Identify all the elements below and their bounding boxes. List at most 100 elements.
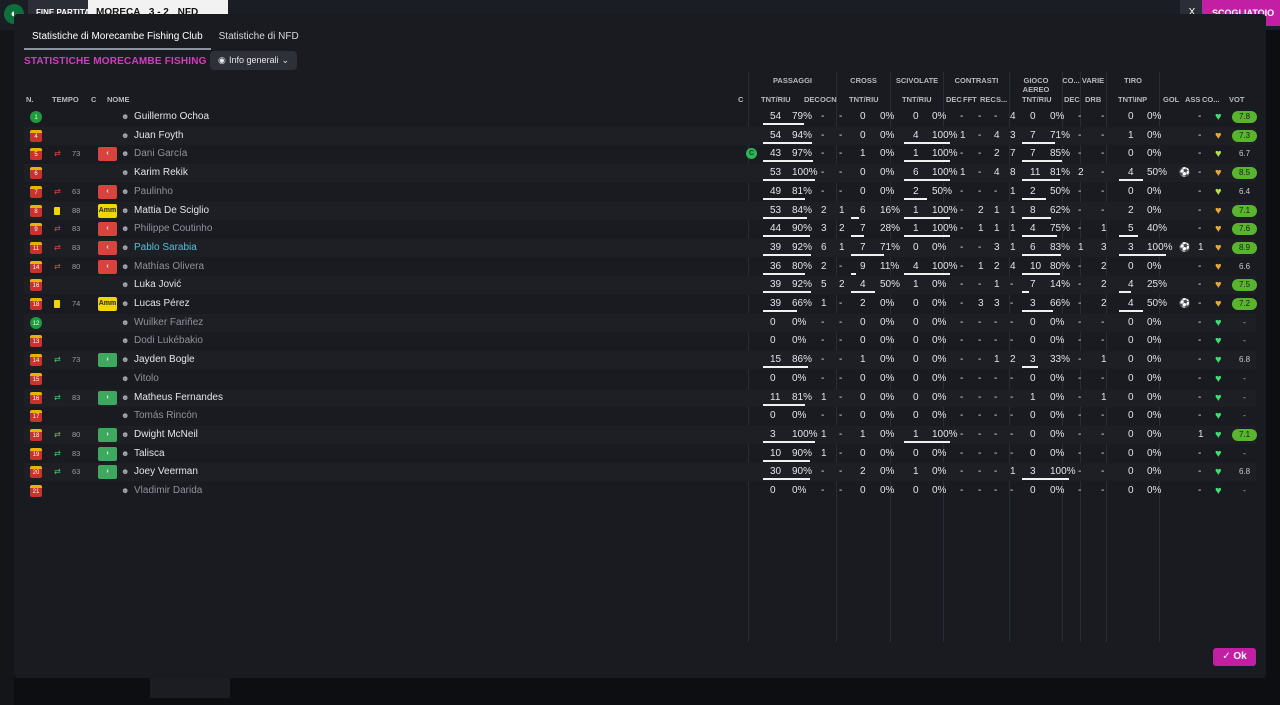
col-sciv-tnt[interactable]: TNT/RIU [902,95,932,104]
dribbles: 3 [1101,241,1107,253]
player-name[interactable]: Guillermo Ochoa [134,108,209,126]
col-fft[interactable]: FFT [963,95,977,104]
player-name[interactable]: Lucas Pérez [134,295,190,313]
table-row[interactable]: 14 ⇄ 80 ‹ ☻ Mathías Olivera 36 80% 2-9 11% 4 100% -1… [24,258,1256,276]
aerial-bar [1022,310,1053,312]
aerial-percent: 0% [1050,428,1065,440]
aerial-attempts: 0 [1030,372,1036,384]
table-row[interactable]: 19 ⇄ 83 › ☻ Talisca 10 90% 1-0 0% 0 0% - - - -0 0% - -0 0% -… [24,445,1256,463]
shot-percent: 0% [1147,148,1162,160]
table-row[interactable]: 8 88 Amm ☻ Mattia De Sciglio 53 84% 2 1 6 16% 1 100%… [24,201,1257,220]
co-decisive: - [1078,428,1082,440]
col-vot[interactable]: VOT [1229,95,1244,104]
match-rating: - [1243,486,1246,495]
table-row[interactable]: 13 ☻ Dodi Lukébakio 0 0% - -0 0% 0 0% - - - -0 0% - -0 0%… [24,332,1256,350]
table-row[interactable]: 7 ⇄ 63 ‹ ☻ Paulinho 49 81% - -0 0% 2 50% - - -1 2 50% - -0 0… [24,183,1256,201]
fouls: 2 [978,204,984,216]
col-dec[interactable]: DEC [804,95,820,104]
player-name[interactable]: Talisca [134,445,165,463]
tackle-bar [904,197,927,200]
col-n[interactable]: N. [26,95,34,104]
col-tiro-tnt[interactable]: TNT\INP [1118,95,1147,104]
minute: 83 [72,224,81,234]
col-drb[interactable]: DRB [1085,95,1101,104]
match-rating: 7.3 [1232,129,1257,142]
table-row[interactable]: 18 ⇄ 80 › ☻ Dwight McNeil 3 100% 1-1 0% 1 100% - - - -0… [24,425,1257,444]
pass-bar [763,478,810,481]
player-name[interactable]: Dodi Lukébakio [134,332,203,350]
cross-percent: 0% [880,148,895,160]
minute: 63 [72,186,81,196]
condition-heart-icon: ♥ [1215,129,1222,142]
col-cont-dec[interactable]: DEC [946,95,962,104]
player-name[interactable]: Karim Rekik [134,164,188,182]
co-decisive: - [1078,447,1082,459]
person-icon: ☻ [121,280,130,290]
background-panel [0,30,14,705]
table-row[interactable]: 17 ☻ Tomás Rincón 0 0% - -0 0% 0 0% - - - -0 0% - -0 0% - ♥… [24,407,1256,425]
player-name[interactable]: Paulinho [134,183,173,201]
table-row[interactable]: 1 ☻ Guillermo Ochoa 54 79% - -0 0% 0 0% - - -4 0 0% - -0… [24,108,1257,126]
table-row[interactable]: 18 74 Amm ☻ Lucas Pérez 39 66% 1-2 0% 0 0% -3 3-3 66%… [24,295,1257,313]
person-icon: ☻ [121,224,130,234]
shirt-number: 18 [30,298,42,310]
col-nome[interactable]: NOME [107,95,130,104]
ok-button[interactable]: ✓ Ok [1213,648,1256,666]
table-row[interactable]: 16 ⇄ 83 › ☻ Matheus Fernandes 11 81% 1-0 0% 0 0% - - -… [24,388,1256,407]
col-co-dec[interactable]: DEC [1064,95,1080,104]
col-gol[interactable]: GOL [1163,95,1179,104]
player-name[interactable]: Philippe Coutinho [134,220,212,238]
contrasti-s: - [1010,428,1014,440]
match-rating: 7.8 [1232,111,1257,123]
player-name[interactable]: Luka Jović [134,276,181,294]
player-name[interactable]: Juan Foyth [134,127,183,145]
player-name[interactable]: Joey Veerman [134,463,198,481]
player-name[interactable]: Wuilker Fariñez [134,314,203,332]
col-tempo[interactable]: TEMPO [52,95,79,104]
col-c[interactable]: C [91,95,96,104]
player-name[interactable]: Mathías Olivera [134,258,204,276]
table-row[interactable]: 15 ☻ Vitolo 0 0% - -0 0% 0 0% - - - -0 0% - -0 0% - ♥ - [24,370,1256,388]
col-ass[interactable]: ASS [1185,95,1200,104]
table-row[interactable]: 11 ⇄ 83 ‹ ☻ Pablo Sarabia 39 92% 6 1 7 71% 0 0% - -3 1 6 8… [24,238,1257,257]
player-name[interactable]: Jayden Bogle [134,351,195,369]
pass-decisive: - [821,410,825,422]
player-name[interactable]: Vladimir Darida [134,482,202,500]
duel-decisive: - [960,447,964,459]
aerial-percent: 14% [1050,279,1071,291]
player-name[interactable]: Dani García [134,145,187,163]
col-co2[interactable]: CO... [1202,95,1220,104]
table-row[interactable]: 12 ☻ Wuilker Fariñez 0 0% - -0 0% 0 0% - - - -0 0% - -0 0… [24,313,1256,332]
pass-bar [763,141,812,144]
table-row[interactable]: 16 ☻ Luka Jović 39 92% 5 2 4 50% 1 0% - -1-7 14% -2 4 25… [24,276,1257,295]
col-c2[interactable]: C [738,95,743,104]
group-co: CO... [1062,76,1080,85]
shot-bar [1119,253,1166,256]
col-pass-tnt[interactable]: TNT/RIU [761,95,791,104]
player-name[interactable]: Vitolo [134,370,159,388]
col-aereo-tnt[interactable]: TNT/RIU [1022,95,1052,104]
shot-percent: 0% [1147,410,1162,422]
table-row[interactable]: 20 ⇄ 63 › ☻ Joey Veerman 30 90% - -2 0% 1 0% - - -1 3 100… [24,463,1256,482]
dribbles: - [1101,204,1105,216]
cross-percent: 0% [880,185,895,197]
table-row[interactable]: 9 ⇄ 83 ‹ ☻ Philippe Coutinho 44 90% 3 2 7 28% 1 100% -… [24,220,1257,238]
pass-bar [763,366,808,369]
person-icon: ☻ [121,168,130,178]
col-cross-tnt[interactable]: TNT/RIU [849,95,879,104]
col-ocn[interactable]: OCN [820,95,837,104]
table-row[interactable]: 5 ⇄ 73 ‹ ☻ Dani García C 43 97% - -1 0% 1 100% - -2 7 7 85… [24,145,1256,163]
table-row[interactable]: 4 ☻ Juan Foyth 54 94% - -0 0% 4 100% 1-4 3 7 71% - -1 0%… [24,126,1257,145]
player-name[interactable]: Dwight McNeil [134,426,198,444]
table-row[interactable]: 21 ☻ Vladimir Darida 0 0% - - 0 0% 0 0% - - - - 0 0% - - 0 0… [24,482,1256,500]
col-rec[interactable]: REC [980,95,996,104]
player-name[interactable]: Tomás Rincón [134,407,197,425]
col-s[interactable]: S... [996,95,1007,104]
player-name[interactable]: Mattia De Sciglio [134,202,209,220]
player-stats-table: PASSAGGI CROSS SCIVOLATE CONTRASTI GIOCO… [14,14,1266,678]
table-row[interactable]: 6 ☻ Karim Rekik 53 100% - -0 0% 6 100% 1-4 8 11 81% 2-… [24,164,1257,183]
player-name[interactable]: Pablo Sarabia [134,239,197,257]
player-name[interactable]: Matheus Fernandes [134,389,223,407]
table-row[interactable]: 14 ⇄ 73 › ☻ Jayden Bogle 15 86% - -1 0% 0 0% - -1 2 3 33%… [24,351,1256,370]
booking-badge: Amm [98,203,117,218]
